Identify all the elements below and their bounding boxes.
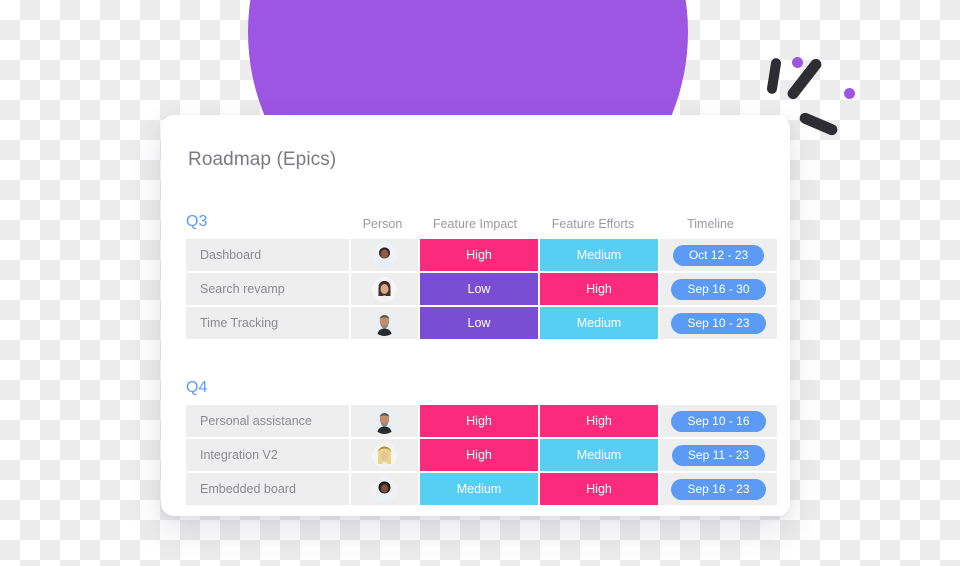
epic-name: Embedded board bbox=[186, 473, 349, 505]
quarter-header-row: Q4 bbox=[186, 369, 769, 396]
roadmap-table: Q3 Person Feature Impact Feature Efforts… bbox=[186, 203, 777, 505]
timeline-pill[interactable]: Sep 11 - 23 bbox=[671, 444, 766, 466]
timeline-pill[interactable]: Sep 10 - 16 bbox=[671, 410, 766, 432]
efforts-tag: Medium bbox=[540, 239, 658, 271]
table-row[interactable]: Integration V2 High Medium Sep 11 - 23 bbox=[186, 439, 777, 471]
avatar bbox=[372, 442, 397, 468]
person-cell[interactable] bbox=[351, 239, 418, 271]
timeline-cell: Sep 11 - 23 bbox=[660, 439, 777, 471]
quarter-label-q3: Q3 bbox=[186, 213, 208, 230]
sparkle-bar-left-icon bbox=[766, 57, 782, 95]
table-row[interactable]: Search revamp Low High Sep 16 - 30 bbox=[186, 273, 777, 305]
column-header-impact: Feature Impact bbox=[432, 216, 518, 231]
avatar bbox=[372, 310, 397, 336]
impact-tag: Low bbox=[420, 273, 538, 305]
timeline-cell: Sep 16 - 30 bbox=[660, 273, 777, 305]
section-q3: Q3 Person Feature Impact Feature Efforts… bbox=[186, 203, 777, 339]
sparkle-bar-bottom-icon bbox=[797, 111, 840, 137]
sparkle-confetti bbox=[755, 52, 865, 144]
timeline-cell: Oct 12 - 23 bbox=[660, 239, 777, 271]
timeline-pill[interactable]: Sep 16 - 23 bbox=[671, 478, 766, 500]
avatar bbox=[372, 476, 397, 502]
table-row[interactable]: Personal assistance High High Sep 10 - 1… bbox=[186, 405, 777, 437]
avatar bbox=[372, 408, 397, 434]
column-header-timeline: Timeline bbox=[687, 216, 734, 231]
epic-name: Time Tracking bbox=[186, 307, 349, 339]
section-q4: Q4 Personal assistance High High Sep 10 … bbox=[186, 369, 777, 505]
avatar bbox=[372, 276, 397, 302]
epic-name: Dashboard bbox=[186, 239, 349, 271]
table-row[interactable]: Time Tracking Low Medium Sep 10 - 23 bbox=[186, 307, 777, 339]
column-header-efforts: Feature Efforts bbox=[551, 216, 635, 231]
efforts-tag: High bbox=[540, 473, 658, 505]
sparkle-dot-right-icon bbox=[844, 88, 855, 99]
impact-tag: High bbox=[420, 439, 538, 471]
person-cell[interactable] bbox=[351, 439, 418, 471]
column-header-person: Person bbox=[362, 216, 403, 231]
timeline-pill[interactable]: Oct 12 - 23 bbox=[672, 244, 765, 266]
impact-tag: High bbox=[420, 405, 538, 437]
impact-tag: Low bbox=[420, 307, 538, 339]
timeline-pill[interactable]: Sep 10 - 23 bbox=[671, 312, 766, 334]
table-row[interactable]: Embedded board Medium High Sep 16 - 23 bbox=[186, 473, 777, 505]
epic-name: Personal assistance bbox=[186, 405, 349, 437]
timeline-cell: Sep 16 - 23 bbox=[660, 473, 777, 505]
efforts-tag: Medium bbox=[540, 439, 658, 471]
epic-name: Integration V2 bbox=[186, 439, 349, 471]
table-header-row: Q3 Person Feature Impact Feature Efforts… bbox=[186, 203, 769, 230]
quarter-label-q4: Q4 bbox=[186, 379, 208, 396]
timeline-cell: Sep 10 - 16 bbox=[660, 405, 777, 437]
avatar bbox=[372, 242, 397, 268]
efforts-tag: High bbox=[540, 273, 658, 305]
person-cell[interactable] bbox=[351, 273, 418, 305]
epic-name: Search revamp bbox=[186, 273, 349, 305]
page-title: Roadmap (Epics) bbox=[188, 149, 337, 170]
sparkle-dot-top-icon bbox=[792, 57, 803, 68]
person-cell[interactable] bbox=[351, 473, 418, 505]
roadmap-card: Roadmap (Epics) Q3 Person Feature Impact… bbox=[161, 115, 790, 516]
person-cell[interactable] bbox=[351, 307, 418, 339]
impact-tag: Medium bbox=[420, 473, 538, 505]
timeline-pill[interactable]: Sep 16 - 30 bbox=[671, 278, 766, 300]
impact-tag: High bbox=[420, 239, 538, 271]
timeline-cell: Sep 10 - 23 bbox=[660, 307, 777, 339]
efforts-tag: High bbox=[540, 405, 658, 437]
table-row[interactable]: Dashboard High Medium Oct 12 - 23 bbox=[186, 239, 777, 271]
person-cell[interactable] bbox=[351, 405, 418, 437]
efforts-tag: Medium bbox=[540, 307, 658, 339]
